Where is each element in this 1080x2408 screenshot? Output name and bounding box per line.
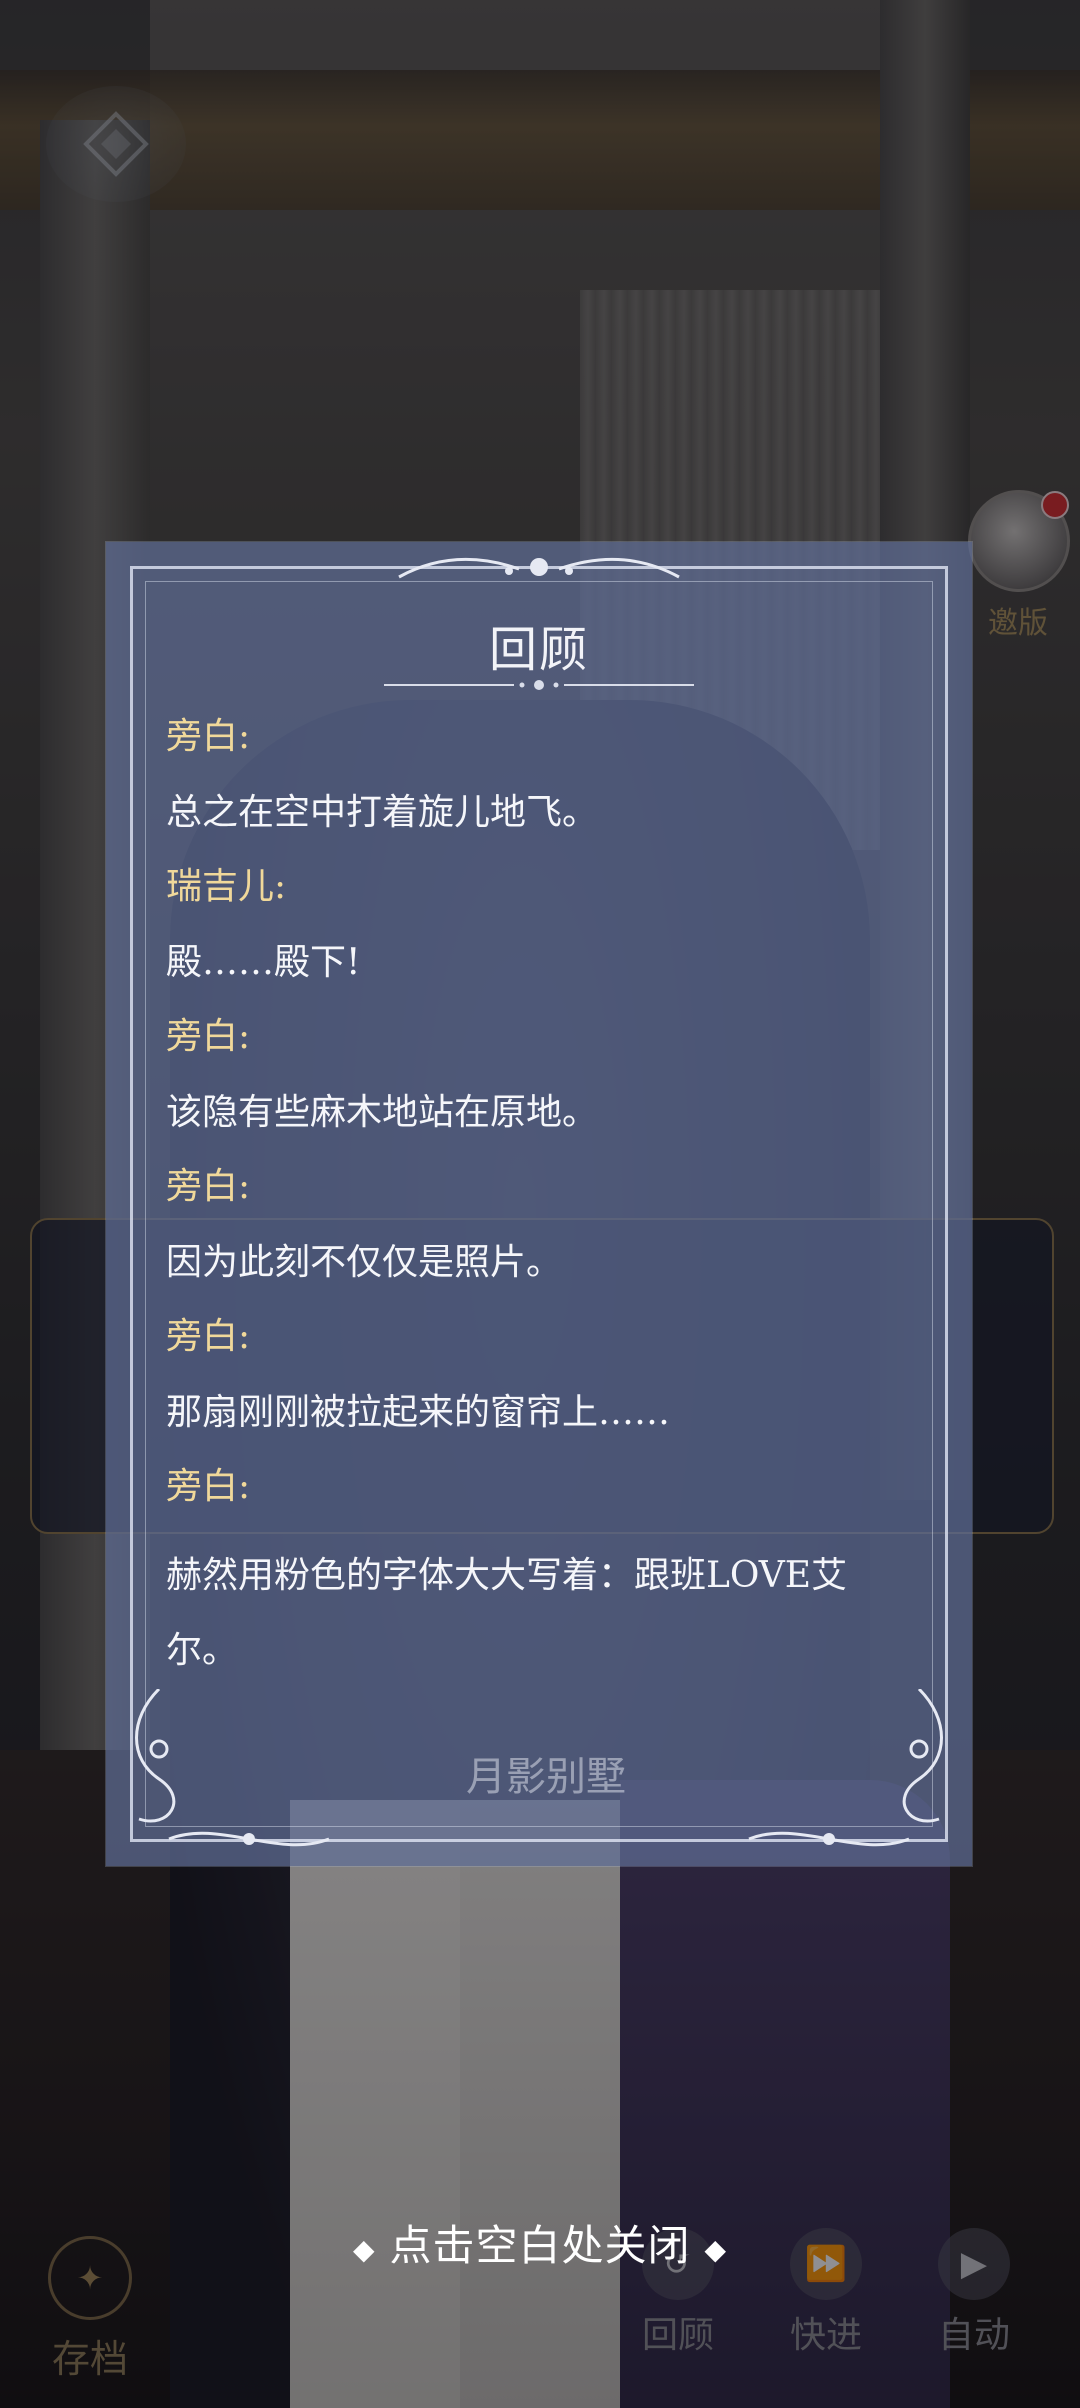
panel-title: 回顾 bbox=[488, 622, 589, 678]
log-speaker: 旁白: bbox=[166, 1166, 251, 1207]
title-divider-icon bbox=[384, 680, 694, 690]
log-speaker: 瑞吉儿: bbox=[166, 866, 287, 907]
log-text: 那扇刚刚被拉起来的窗帘上…… bbox=[166, 1392, 671, 1433]
log-speaker: 旁白: bbox=[166, 716, 251, 757]
close-hint[interactable]: ◆ 点击空白处关闭 ◆ bbox=[0, 2212, 1080, 2273]
log-speaker: 旁白: bbox=[166, 1016, 251, 1057]
watermark-logo: 月影别墅 bbox=[466, 1754, 626, 1800]
diamond-icon: ◆ bbox=[704, 2232, 728, 2266]
log-text: 该隐有些麻木地站在原地。 bbox=[166, 1092, 599, 1133]
review-panel: 回顾 旁白: 总之在空中打着旋儿地飞。 瑞吉儿: 殿……殿下! 旁白: 该隐有些… bbox=[106, 542, 972, 1866]
corner-ornament-left-icon bbox=[135, 1689, 176, 1823]
log-text: 殿……殿下! bbox=[166, 942, 361, 983]
diamond-icon: ◆ bbox=[352, 2232, 376, 2266]
review-log-list[interactable]: 旁白: 总之在空中打着旋儿地飞。 瑞吉儿: 殿……殿下! 旁白: 该隐有些麻木地… bbox=[166, 712, 926, 1688]
game-scene-background: 邀版 ✦ 存档 ↺ 回顾 ⏩ 快进 ▶ 自动 回顾 旁白: 总之在空中打着旋儿地… bbox=[0, 0, 1080, 2408]
svg-text:月影别墅: 月影别墅 bbox=[466, 1754, 626, 1800]
close-hint-text: 点击空白处关闭 bbox=[389, 2221, 691, 2270]
bottom-ornament-icon bbox=[168, 1831, 910, 1847]
log-speaker: 旁白: bbox=[166, 1466, 251, 1507]
log-text: 因为此刻不仅仅是照片。 bbox=[166, 1242, 563, 1283]
log-text: 总之在空中打着旋儿地飞。 bbox=[166, 792, 599, 833]
corner-ornament-right-icon bbox=[902, 1689, 943, 1823]
log-text: 赫然用粉色的字体大大写着：跟班LOVE艾尔。 bbox=[166, 1555, 848, 1671]
log-speaker: 旁白: bbox=[166, 1316, 251, 1357]
top-ornament-icon bbox=[398, 557, 680, 579]
